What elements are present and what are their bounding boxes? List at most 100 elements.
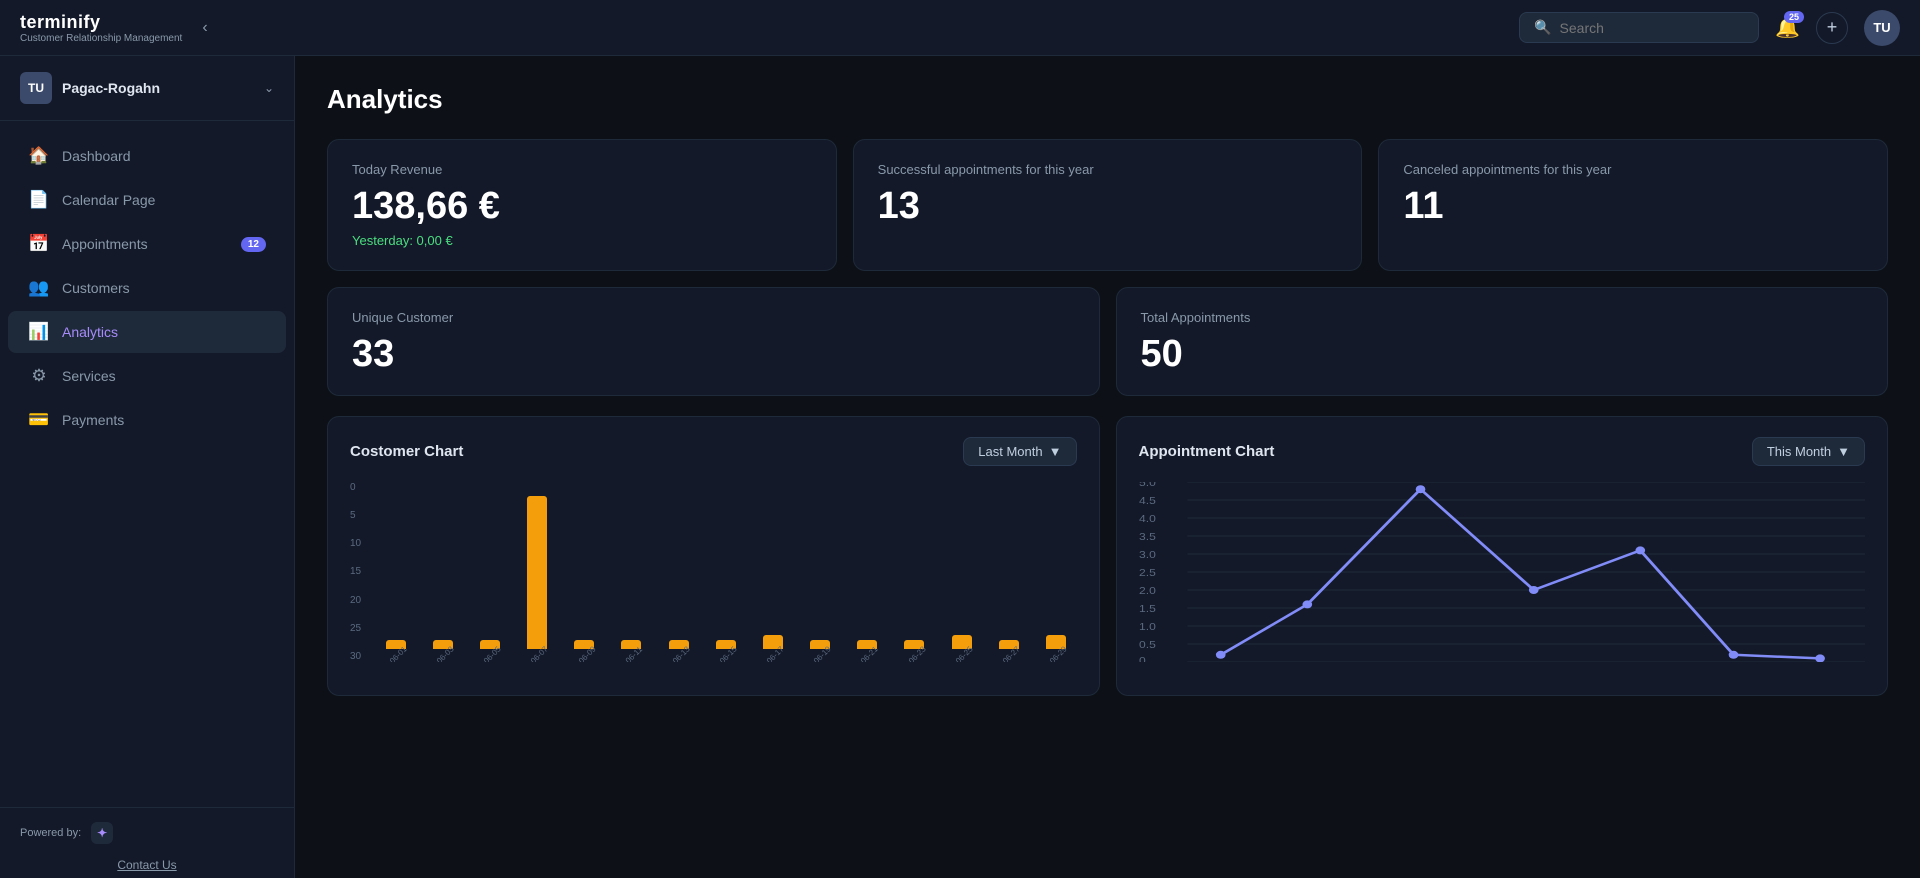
sidebar-item-label: Dashboard	[62, 148, 266, 164]
bar-group: 4-06-05	[469, 482, 510, 662]
appointment-chart-card: Appointment Chart This Month ▼	[1116, 416, 1889, 696]
sidebar-item-dashboard[interactable]: 🏠 Dashboard	[8, 135, 286, 177]
svg-text:4.5: 4.5	[1139, 496, 1156, 507]
bar-group: 4-06-23	[894, 482, 935, 662]
bar-chart-wrapper: 302520151050 4-06-014-06-034-06-054-06-0…	[350, 482, 1077, 662]
topnav-right: 🔍 🔔 25 + TU	[1519, 10, 1900, 46]
svg-text:2.0: 2.0	[1139, 586, 1156, 597]
search-input[interactable]	[1560, 20, 1745, 36]
svg-text:5.0: 5.0	[1139, 482, 1156, 489]
collapse-sidebar-button[interactable]: ‹	[194, 15, 215, 41]
services-icon: ⚙	[28, 366, 50, 386]
svg-text:1.0: 1.0	[1139, 622, 1156, 633]
appointment-chart-title: Appointment Chart	[1139, 443, 1275, 460]
sidebar-item-label: Services	[62, 368, 266, 384]
bar-group: 4-06-11	[611, 482, 652, 662]
sidebar-item-label: Calendar Page	[62, 192, 266, 208]
appointment-chart-header: Appointment Chart This Month ▼	[1139, 437, 1866, 466]
chevron-down-icon: ▼	[1049, 444, 1062, 459]
bar-group: 4-06-25	[941, 482, 982, 662]
powered-by-label: Powered by:	[20, 827, 81, 839]
unique-customer-value: 33	[352, 335, 1075, 373]
sidebar-item-appointments[interactable]: 📅 Appointments 12	[8, 223, 286, 265]
total-appointments-card: Total Appointments 50	[1116, 287, 1889, 396]
bar-chart-inner: 4-06-014-06-034-06-054-06-074-06-094-06-…	[375, 482, 1076, 662]
bar-group: 4-06-19	[800, 482, 841, 662]
line-chart-dot	[1815, 654, 1825, 662]
customer-chart-filter-button[interactable]: Last Month ▼	[963, 437, 1076, 466]
svg-text:0.5: 0.5	[1139, 640, 1156, 651]
brand: terminify Customer Relationship Manageme…	[20, 12, 182, 44]
main-layout: TU Pagac-Rogahn ⌄ 🏠 Dashboard 📄 Calendar…	[0, 56, 1920, 878]
svg-text:1.5: 1.5	[1139, 604, 1156, 615]
bar-group: 4-06-03	[422, 482, 463, 662]
sidebar-item-analytics[interactable]: 📊 Analytics	[8, 311, 286, 353]
bar-chart-y-labels: 302520151050	[350, 482, 361, 662]
line-chart-dot	[1215, 651, 1225, 659]
appointment-chart-filter-button[interactable]: This Month ▼	[1752, 437, 1865, 466]
sidebar-item-label: Payments	[62, 412, 266, 428]
canceled-appointments-label: Canceled appointments for this year	[1403, 162, 1863, 177]
notification-badge: 25	[1784, 11, 1804, 23]
sidebar: TU Pagac-Rogahn ⌄ 🏠 Dashboard 📄 Calendar…	[0, 56, 295, 878]
sidebar-item-calendar[interactable]: 📄 Calendar Page	[8, 179, 286, 221]
notifications-button[interactable]: 🔔 25	[1775, 15, 1800, 40]
sidebar-nav: 🏠 Dashboard 📄 Calendar Page 📅 Appointmen…	[0, 121, 294, 807]
sidebar-footer: Powered by: ✦	[0, 807, 294, 858]
app-name: terminify	[20, 12, 182, 33]
bar-chart-y-label: 15	[350, 566, 361, 577]
bar-group: 4-06-29	[1035, 482, 1076, 662]
analytics-icon: 📊	[28, 322, 50, 342]
charts-row: Costomer Chart Last Month ▼ 302520151050…	[327, 416, 1888, 696]
bar-chart-y-label: 30	[350, 651, 361, 662]
add-button[interactable]: +	[1816, 12, 1848, 44]
bar-chart-y-label: 25	[350, 623, 361, 634]
bar-group: 4-06-27	[988, 482, 1029, 662]
line-chart-dots	[1215, 485, 1824, 662]
sidebar-item-customers[interactable]: 👥 Customers	[8, 267, 286, 309]
appointments-badge: 12	[241, 237, 266, 252]
sidebar-item-payments[interactable]: 💳 Payments	[8, 399, 286, 441]
canceled-appointments-card: Canceled appointments for this year 11	[1378, 139, 1888, 271]
stats-row-2: Unique Customer 33 Total Appointments 50	[327, 287, 1888, 396]
unique-customer-card: Unique Customer 33	[327, 287, 1100, 396]
topnav-left: terminify Customer Relationship Manageme…	[20, 12, 216, 44]
sidebar-item-label: Customers	[62, 280, 266, 296]
line-chart-polyline	[1220, 489, 1819, 658]
search-icon: 🔍	[1534, 19, 1551, 36]
chevron-down-icon: ▼	[1837, 444, 1850, 459]
line-chart-dot	[1728, 651, 1738, 659]
bar-chart-y-label: 20	[350, 595, 361, 606]
bar	[527, 496, 547, 649]
successful-appointments-card: Successful appointments for this year 13	[853, 139, 1363, 271]
dashboard-icon: 🏠	[28, 146, 50, 166]
line-chart-dot	[1415, 485, 1425, 493]
chevron-down-icon: ⌄	[264, 81, 274, 95]
bar-group: 4-06-21	[847, 482, 888, 662]
customers-icon: 👥	[28, 278, 50, 298]
tenant-selector[interactable]: TU Pagac-Rogahn ⌄	[0, 56, 294, 121]
svg-text:4.0: 4.0	[1139, 514, 1156, 525]
sidebar-item-label: Analytics	[62, 324, 266, 340]
total-appointments-value: 50	[1141, 335, 1864, 373]
sidebar-item-services[interactable]: ⚙ Services	[8, 355, 286, 397]
page-title: Analytics	[327, 84, 1888, 115]
yesterday-revenue-value: Yesterday: 0,00 €	[352, 233, 812, 248]
contact-us-link[interactable]: Contact Us	[0, 858, 294, 878]
unique-customer-label: Unique Customer	[352, 310, 1075, 325]
bar-group: 4-06-17	[752, 482, 793, 662]
stats-row-1: Today Revenue 138,66 € Yesterday: 0,00 €…	[327, 139, 1888, 271]
customer-chart-filter-label: Last Month	[978, 444, 1042, 459]
appointments-icon: 📅	[28, 234, 50, 254]
customer-chart-header: Costomer Chart Last Month ▼	[350, 437, 1077, 466]
line-chart-dot	[1302, 600, 1312, 608]
bar-group: 4-06-01	[375, 482, 416, 662]
app-subtitle: Customer Relationship Management	[20, 33, 182, 44]
canceled-appointments-value: 11	[1403, 187, 1863, 225]
svg-text:2.5: 2.5	[1139, 568, 1156, 579]
calendar-icon: 📄	[28, 190, 50, 210]
successful-appointments-label: Successful appointments for this year	[878, 162, 1338, 177]
svg-text:3.5: 3.5	[1139, 532, 1156, 543]
powered-logo-icon: ✦	[91, 822, 113, 844]
user-avatar-button[interactable]: TU	[1864, 10, 1900, 46]
